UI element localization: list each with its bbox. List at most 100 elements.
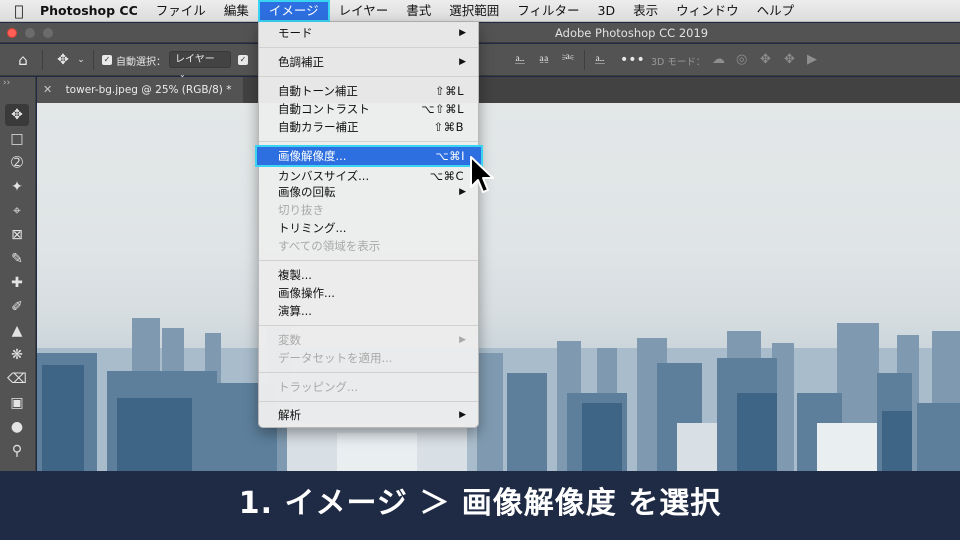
tutorial-caption: 1. イメージ ＞ 画像解像度 を選択 [0,471,960,540]
menu-item-auto-tone-label: 自動トーン補正 [278,84,358,98]
minimize-window-button[interactable] [25,28,35,38]
menu-item-auto-color[interactable]: 自動カラー補正 ⇧⌘B [259,118,478,136]
distribute-icon[interactable]: ⎁ [592,51,608,69]
3d-roll-icon[interactable]: ◎ [736,52,747,67]
city-skyline-image [37,318,960,471]
close-window-button[interactable] [7,28,17,38]
close-tab-icon[interactable]: ✕ [43,83,52,96]
window-title-bar: Adobe Photoshop CC 2019 [0,23,960,43]
menu-item-image-size[interactable]: 画像解像度... ⌥⌘I [255,145,483,167]
magic-wand-tool-icon[interactable]: ✦ [5,176,29,198]
blur-tool-icon[interactable]: ● [5,416,29,438]
menu-item-auto-contrast-shortcut: ⌥⇧⌘L [421,102,464,116]
history-brush-tool-icon[interactable]: ❋ [5,344,29,366]
menu-item-auto-color-label: 自動カラー補正 [278,120,359,134]
document-tab[interactable]: ✕ tower-bg.jpeg @ 25% (RGB/8) * [37,77,243,103]
document-tab-title: tower-bg.jpeg @ 25% (RGB/8) * [65,84,232,96]
menu-file[interactable]: ファイル [147,0,215,22]
menu-filter[interactable]: フィルター [508,0,588,22]
3d-slide-icon[interactable]: ✥ [784,52,795,67]
align-vertical-center-icon[interactable]: ⎂ [536,51,552,69]
menu-item-image-rotation-label: 画像の回転 [278,185,336,199]
mouse-cursor-icon [470,156,494,193]
menu-edit[interactable]: 編集 [215,0,258,22]
dodge-tool-icon[interactable]: ⚲ [5,440,29,462]
menu-app-name[interactable]: Photoshop CC [38,0,147,22]
clone-stamp-tool-icon[interactable]: ▲ [5,320,29,342]
menu-item-trap-label: トラッピング... [278,380,358,394]
transform-controls-checkbox[interactable]: ✓ [238,55,248,65]
menu-item-image-rotation[interactable]: 画像の回転 ▶ [259,183,478,201]
window-title: Adobe Photoshop CC 2019 [555,26,709,40]
menu-separator [259,260,478,261]
crop-tool-icon[interactable]: ⌖ [5,200,29,222]
apple-icon[interactable]:  [0,2,38,20]
menu-item-crop-label: 切り抜き [278,203,324,217]
3d-mode-label: 3D モード： [651,57,706,68]
menu-help[interactable]: ヘルプ [748,0,804,22]
submenu-arrow-icon: ▶ [459,28,466,38]
submenu-arrow-icon: ▶ [459,57,466,67]
move-tool-icon[interactable]: ✥ [52,51,74,69]
menu-item-mode-label: モード [278,26,313,40]
menu-item-auto-color-shortcut: ⇧⌘B [433,120,464,134]
auto-select-checkbox[interactable]: ✓ [102,55,112,65]
menu-item-auto-tone[interactable]: 自動トーン補正 ⇧⌘L [259,82,478,100]
3d-pan-icon[interactable]: ✥ [760,52,771,67]
eraser-tool-icon[interactable]: ⌫ [5,368,29,390]
menu-layer[interactable]: レイヤー [330,0,398,22]
brush-tool-icon[interactable]: ✐ [5,296,29,318]
document-tab-bar: ✕ tower-bg.jpeg @ 25% (RGB/8) * [37,77,960,103]
3d-scale-icon[interactable]: ▶ [807,52,817,67]
lasso-tool-icon[interactable]: ➁ [5,152,29,174]
zoom-window-button[interactable] [43,28,53,38]
submenu-arrow-icon: ▶ [459,187,466,197]
marquee-tool-icon[interactable]: □ [5,128,29,150]
menu-item-apply-data-set[interactable]: データセットを適用... [259,349,478,367]
gradient-tool-icon[interactable]: ▣ [5,392,29,414]
menu-item-duplicate[interactable]: 複製... [259,266,478,284]
menu-item-auto-contrast[interactable]: 自動コントラスト ⌥⇧⌘L [259,100,478,118]
menu-separator [259,401,478,402]
home-icon[interactable]: ⌂ [12,51,34,69]
menu-item-calculations-label: 演算... [278,304,312,318]
menu-window[interactable]: ウィンドウ [667,0,748,22]
menu-item-trim[interactable]: トリミング... [259,219,478,237]
3d-orbit-icon[interactable]: ☁ [712,52,725,67]
auto-select-value: レイヤー [175,54,215,65]
panel-collapse-icon[interactable]: ›› [3,78,10,88]
chevron-down-icon[interactable]: ⌄ [75,51,87,69]
menu-image[interactable]: イメージ [257,0,330,22]
align-bottom-icon[interactable]: ⎃ [560,51,576,69]
frame-tool-icon[interactable]: ⊠ [5,224,29,246]
align-top-icon[interactable]: ⎁ [512,51,528,69]
menu-item-apply-image-label: 画像操作... [278,286,335,300]
eyedropper-tool-icon[interactable]: ✎ [5,248,29,270]
menu-item-trap[interactable]: トラッピング... [259,378,478,396]
menu-item-mode[interactable]: モード ▶ [259,24,478,42]
menu-item-analysis[interactable]: 解析 ▶ [259,406,478,424]
healing-brush-tool-icon[interactable]: ✚ [5,272,29,294]
move-tool-icon[interactable]: ✥ [5,104,29,126]
menu-item-apply-image[interactable]: 画像操作... [259,284,478,302]
menu-item-variables[interactable]: 変数 ▶ [259,331,478,349]
more-options-icon[interactable]: ••• [620,51,645,69]
submenu-arrow-icon: ▶ [459,335,466,345]
menu-item-calculations[interactable]: 演算... [259,302,478,320]
auto-select-label: 自動選択： [116,57,166,68]
menu-3d[interactable]: 3D [589,0,625,22]
menu-item-apply-data-set-label: データセットを適用... [278,351,393,365]
document-canvas[interactable] [37,103,960,471]
menu-item-auto-contrast-label: 自動コントラスト [278,102,370,116]
menu-separator [259,76,478,77]
menu-item-auto-tone-shortcut: ⇧⌘L [434,84,464,98]
menu-type[interactable]: 書式 [397,0,440,22]
menu-item-adjustments[interactable]: 色調補正 ▶ [259,53,478,71]
auto-select-dropdown[interactable]: レイヤー ⌄ [169,51,231,79]
menu-item-duplicate-label: 複製... [278,268,312,282]
menu-item-reveal-all[interactable]: すべての領域を表示 [259,237,478,255]
tools-panel: ›› ✥ □ ➁ ✦ ⌖ ⊠ ✎ ✚ ✐ ▲ ❋ ⌫ ▣ ● ⚲ [0,77,36,471]
menu-item-crop[interactable]: 切り抜き [259,201,478,219]
menu-view[interactable]: 表示 [624,0,667,22]
menu-select[interactable]: 選択範囲 [440,0,508,22]
